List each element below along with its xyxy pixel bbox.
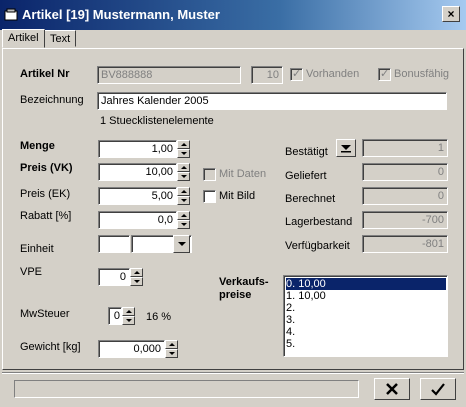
menge-input[interactable]: 1,00 bbox=[98, 140, 177, 158]
stueckliste-info: 1 Stuecklistenelemente bbox=[100, 115, 214, 127]
checkmark-icon bbox=[431, 383, 445, 396]
spin-up-icon[interactable] bbox=[177, 187, 190, 196]
spin-down-icon[interactable] bbox=[177, 172, 190, 181]
spin-down-icon[interactable] bbox=[122, 316, 135, 325]
verkaufspreise-list[interactable]: 0. 10,00 1. 10,00 2. 3. 4. 5. bbox=[283, 275, 448, 357]
tab-strip: Artikel Text bbox=[0, 29, 466, 48]
mit-daten-checkbox[interactable] bbox=[203, 168, 216, 181]
close-icon bbox=[386, 383, 398, 395]
close-button[interactable]: × bbox=[442, 6, 460, 22]
spin-up-icon[interactable] bbox=[122, 307, 135, 316]
geliefert-label: Geliefert bbox=[285, 170, 327, 182]
rabatt-input[interactable]: 0,0 bbox=[98, 211, 177, 229]
spin-down-icon[interactable] bbox=[130, 277, 143, 286]
rabatt-label: Rabatt [%] bbox=[20, 210, 72, 222]
vpe-spinner[interactable] bbox=[130, 268, 143, 286]
menge-label: Menge bbox=[20, 140, 55, 152]
einheit-label: Einheit bbox=[20, 243, 54, 255]
einheit-code-input[interactable] bbox=[98, 235, 130, 253]
geliefert-field: 0 bbox=[362, 163, 448, 181]
ok-button[interactable] bbox=[420, 378, 456, 400]
spin-down-icon[interactable] bbox=[177, 149, 190, 158]
mwsteuer-label: MwSteuer bbox=[20, 308, 70, 320]
list-item[interactable]: 2. bbox=[286, 302, 446, 314]
preis-vk-label: Preis (VK) bbox=[20, 162, 73, 174]
mit-bild-checkbox[interactable] bbox=[203, 190, 216, 203]
window-app-icon bbox=[4, 8, 18, 21]
rabatt-spinner[interactable] bbox=[177, 211, 190, 229]
vpe-input[interactable]: 0 bbox=[98, 268, 130, 286]
spin-up-icon[interactable] bbox=[130, 268, 143, 277]
vorhanden-checkbox[interactable] bbox=[290, 67, 303, 81]
lagerbestand-field: -700 bbox=[362, 211, 448, 229]
cancel-button[interactable] bbox=[374, 378, 410, 400]
bestaetigt-field: 1 bbox=[362, 139, 448, 157]
spin-down-icon[interactable] bbox=[177, 196, 190, 205]
mit-daten-label: Mit Daten bbox=[219, 168, 267, 180]
bonusfaehig-checkbox[interactable] bbox=[378, 67, 391, 81]
vorhanden-label: Vorhanden bbox=[306, 68, 360, 80]
window-title: Artikel [19] Mustermann, Muster bbox=[22, 7, 220, 22]
bestaetigt-dropdown-button[interactable] bbox=[336, 139, 356, 157]
verfuegbarkeit-field: -801 bbox=[362, 235, 448, 253]
bezeichnung-label: Bezeichnung bbox=[20, 94, 84, 106]
title-bar: Artikel [19] Mustermann, Muster × bbox=[0, 0, 466, 30]
berechnet-label: Berechnet bbox=[285, 193, 336, 205]
status-bar bbox=[14, 380, 359, 398]
preis-ek-spinner[interactable] bbox=[177, 187, 190, 205]
artikelnr-count-field: 10 bbox=[251, 66, 283, 84]
verkaufspreise-label-line1: Verkaufs- bbox=[219, 276, 269, 288]
preis-vk-spinner[interactable] bbox=[177, 163, 190, 181]
verfuegbarkeit-label: Verfügbarkeit bbox=[285, 240, 350, 252]
preis-vk-input[interactable]: 10,00 bbox=[98, 163, 177, 181]
bonusfaehig-label: Bonusfähig bbox=[394, 68, 450, 80]
vpe-label: VPE bbox=[20, 266, 43, 278]
bestaetigt-label: Bestätigt bbox=[285, 146, 328, 158]
preis-ek-label: Preis (EK) bbox=[20, 188, 71, 200]
menge-spinner[interactable] bbox=[177, 140, 190, 158]
spin-up-icon[interactable] bbox=[165, 340, 178, 349]
list-item[interactable]: 4. bbox=[286, 326, 446, 338]
lagerbestand-label: Lagerbestand bbox=[285, 216, 353, 228]
berechnet-field: 0 bbox=[362, 187, 448, 205]
mwsteuer-spinner[interactable] bbox=[122, 307, 135, 325]
spin-down-icon[interactable] bbox=[177, 220, 190, 229]
tab-artikel[interactable]: Artikel bbox=[2, 29, 45, 48]
gewicht-spinner[interactable] bbox=[165, 340, 178, 358]
footer-divider bbox=[2, 372, 464, 374]
chevron-down-icon[interactable] bbox=[173, 235, 190, 253]
artikelnr-label: Artikel Nr bbox=[20, 68, 70, 80]
artikelnr-field: BV888888 bbox=[97, 66, 241, 84]
spin-up-icon[interactable] bbox=[177, 211, 190, 220]
bezeichnung-input[interactable]: Jahres Kalender 2005 bbox=[97, 92, 447, 110]
mwsteuer-input[interactable]: 0 bbox=[108, 307, 122, 325]
gewicht-input[interactable]: 0,000 bbox=[98, 340, 165, 358]
spin-up-icon[interactable] bbox=[177, 140, 190, 149]
list-item[interactable]: 3. bbox=[286, 314, 446, 326]
list-item[interactable]: 0. 10,00 bbox=[286, 278, 446, 290]
list-item[interactable]: 1. 10,00 bbox=[286, 290, 446, 302]
verkaufspreise-label-line2: preise bbox=[219, 289, 252, 301]
gewicht-label: Gewicht [kg] bbox=[20, 341, 81, 353]
list-item[interactable]: 5. bbox=[286, 338, 446, 350]
spin-down-icon[interactable] bbox=[165, 349, 178, 358]
tab-text[interactable]: Text bbox=[44, 30, 77, 47]
chevron-down-icon bbox=[341, 145, 351, 153]
mit-bild-label: Mit Bild bbox=[219, 190, 256, 202]
preis-ek-input[interactable]: 5,00 bbox=[98, 187, 177, 205]
mwsteuer-percent: 16 % bbox=[146, 311, 172, 323]
spin-up-icon[interactable] bbox=[177, 163, 190, 172]
